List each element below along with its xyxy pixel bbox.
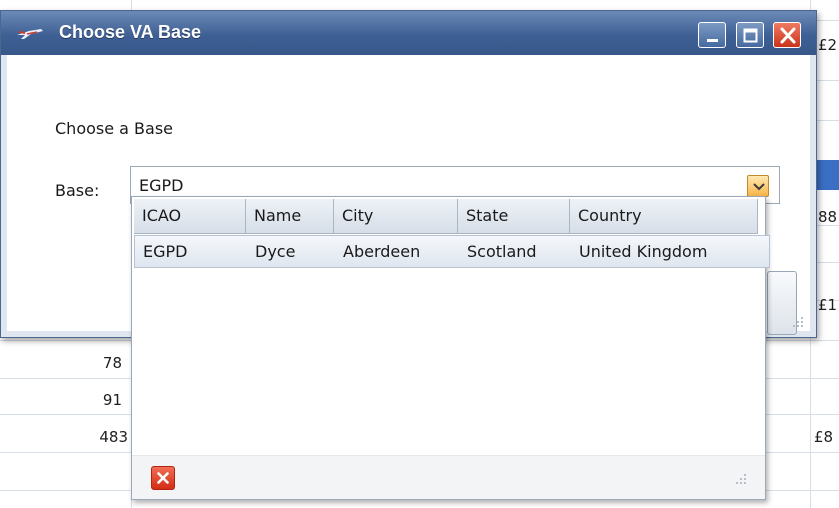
cell-icao: EGPD — [143, 242, 188, 261]
minimize-button[interactable] — [698, 22, 726, 48]
sheet-cell: £8 — [814, 428, 834, 446]
column-header-country[interactable]: Country — [570, 199, 758, 233]
resize-grip-icon[interactable] — [732, 472, 748, 488]
maximize-button[interactable] — [736, 22, 764, 48]
sheet-cell: 483 — [99, 428, 128, 446]
resize-grip-icon[interactable] — [789, 315, 805, 331]
base-combobox-value: EGPD — [139, 176, 184, 195]
choose-base-heading: Choose a Base — [55, 119, 174, 138]
sheet-cell: 91 — [102, 391, 122, 409]
table-row[interactable]: EGPD Dyce Aberdeen Scotland United Kingd… — [134, 235, 770, 268]
sheet-cell: £1 — [818, 296, 838, 314]
column-header-name[interactable]: Name — [246, 199, 334, 233]
clear-selection-button[interactable] — [151, 466, 175, 490]
title-bar[interactable]: Choose VA Base — [1, 11, 816, 55]
cell-country: United Kingdom — [579, 242, 708, 261]
sheet-cell: 78 — [102, 354, 122, 372]
close-button[interactable] — [773, 22, 801, 48]
column-header-city[interactable]: City — [334, 199, 458, 233]
column-header-icao[interactable]: ICAO — [134, 199, 246, 233]
aircraft-icon — [17, 29, 43, 39]
grid-header: ICAO Name City State Country — [134, 199, 758, 234]
cell-name: Dyce — [255, 242, 296, 261]
base-label: Base: — [55, 181, 100, 200]
maximize-icon — [743, 28, 758, 43]
window-title: Choose VA Base — [59, 22, 202, 42]
cell-city: Aberdeen — [343, 242, 421, 261]
column-header-state[interactable]: State — [458, 199, 570, 233]
chevron-down-icon — [753, 183, 765, 191]
minimize-icon — [707, 39, 718, 42]
sheet-cell: 88 — [818, 208, 838, 226]
clear-selection-icon — [157, 472, 169, 484]
base-dropdown-popup: ICAO Name City State Country EGPD Dyce A… — [131, 196, 770, 500]
dropdown-button[interactable] — [747, 175, 769, 197]
close-icon — [780, 27, 796, 44]
popup-footer — [132, 455, 765, 499]
sheet-cell: £2 — [818, 36, 838, 54]
cell-state: Scotland — [467, 242, 537, 261]
